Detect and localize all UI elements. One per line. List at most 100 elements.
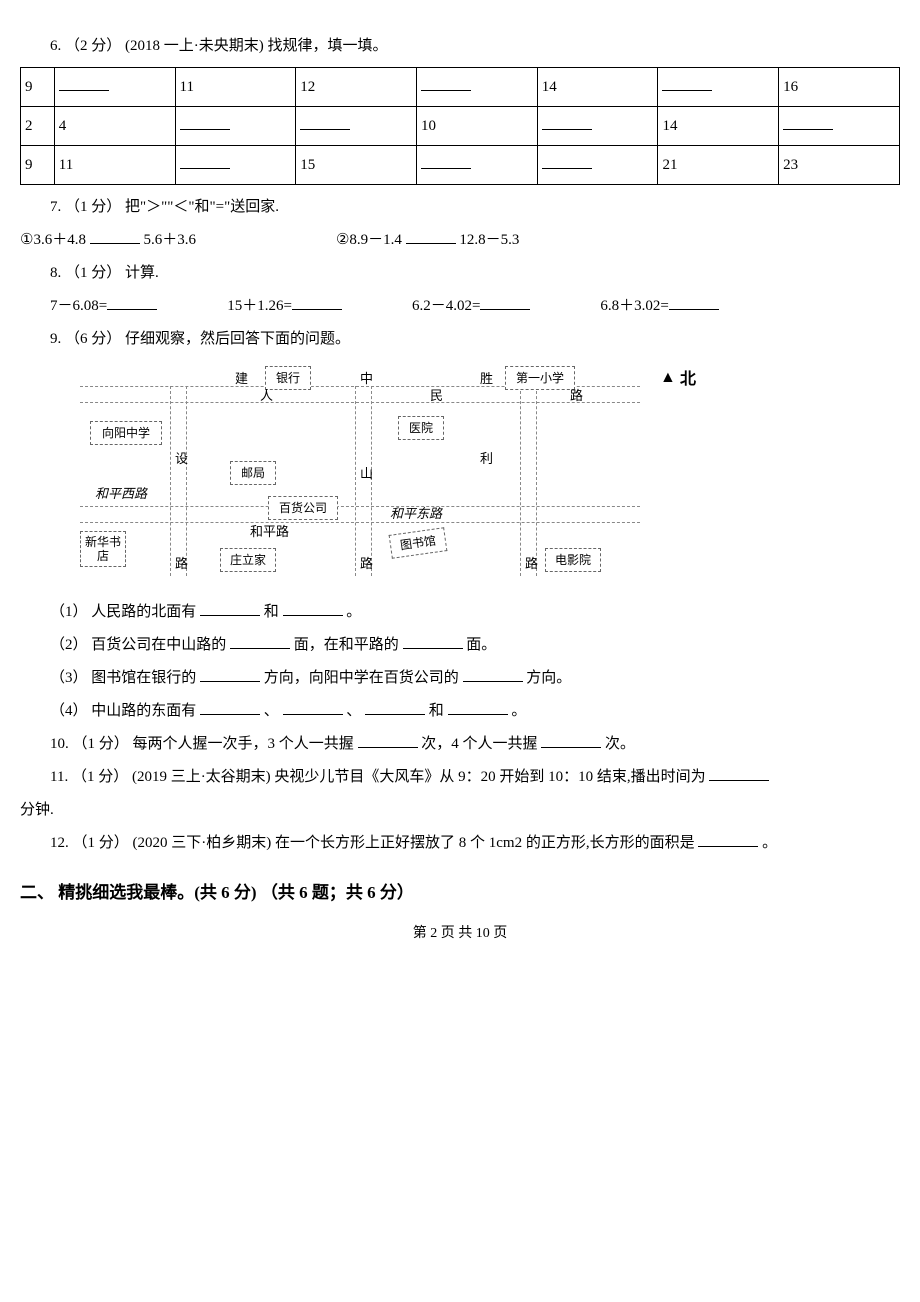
- compass-north-label: 北: [680, 370, 696, 389]
- map-box-cinema: 电影院: [545, 548, 601, 572]
- map-char-jian: 建: [235, 371, 248, 387]
- cell: 14: [542, 79, 557, 95]
- text: 和: [429, 703, 444, 719]
- q7-prompt: 7. （1 分） 把"＞""＜"和"="送回家.: [20, 191, 900, 224]
- blank-cell[interactable]: [180, 114, 230, 130]
- blank-cell[interactable]: [542, 153, 592, 169]
- cell: 23: [783, 157, 798, 173]
- blank[interactable]: [669, 294, 719, 310]
- blank[interactable]: [480, 294, 530, 310]
- blank[interactable]: [283, 699, 343, 715]
- text: 次。: [605, 736, 635, 752]
- q8-c4: 6.8＋3.02=: [600, 298, 668, 314]
- map-char-zhong: 中: [360, 371, 373, 387]
- blank-cell[interactable]: [542, 114, 592, 130]
- blank[interactable]: [283, 600, 343, 616]
- cell: 21: [662, 157, 677, 173]
- blank[interactable]: [448, 699, 508, 715]
- blank-cell[interactable]: [421, 153, 471, 169]
- road-line: [80, 522, 640, 523]
- blank[interactable]: [107, 294, 157, 310]
- map-char-min: 民: [430, 388, 443, 404]
- q9-sub4: （4） 中山路的东面有 、 、 和 。: [20, 695, 900, 728]
- cell: 11: [180, 79, 194, 95]
- map-char-lu3: 路: [360, 556, 373, 572]
- q9-sub2: （2） 百货公司在中山路的 面，在和平路的 面。: [20, 629, 900, 662]
- q10: 10. （1 分） 每两个人握一次手，3 个人一共握 次，4 个人一共握 次。: [20, 728, 900, 761]
- blank[interactable]: [292, 294, 342, 310]
- map-box-baihuo: 百货公司: [268, 496, 338, 520]
- road-line: [80, 506, 640, 507]
- blank-cell[interactable]: [300, 114, 350, 130]
- q9-sub1: （1） 人民路的北面有 和 。: [20, 596, 900, 629]
- map-box-post: 邮局: [230, 461, 276, 485]
- compass-icon: ▲: [660, 368, 676, 387]
- table-row: 2 4 10 14: [21, 107, 900, 146]
- cell: 12: [300, 79, 315, 95]
- blank-cell[interactable]: [783, 114, 833, 130]
- map-char-sheng: 胜: [480, 371, 493, 387]
- blank-cell[interactable]: [59, 75, 109, 91]
- q6-prompt: 6. （2 分） (2018 一上·未央期末) 找规律，填一填。: [20, 30, 900, 63]
- blank[interactable]: [709, 765, 769, 781]
- text: 。: [511, 703, 526, 719]
- cell: 16: [783, 79, 798, 95]
- q7-item2-right: 12.8－5.3: [459, 232, 519, 248]
- map-label-hepingdong: 和平东路: [390, 506, 442, 522]
- map-char-lu4: 路: [525, 556, 538, 572]
- text: 面，在和平路的: [294, 637, 399, 653]
- cell: 10: [421, 118, 436, 134]
- cell: 14: [662, 118, 677, 134]
- map-char-ren: 人: [260, 388, 273, 404]
- cell: 9: [25, 79, 33, 95]
- q11-tail: 分钟.: [20, 794, 900, 827]
- road-line: [186, 386, 187, 576]
- text: 方向，向阳中学在百货公司的: [264, 670, 459, 686]
- blank[interactable]: [463, 666, 523, 682]
- map-box-bank: 银行: [265, 366, 311, 390]
- text: （3） 图书馆在银行的: [50, 670, 196, 686]
- text: 。: [346, 604, 361, 620]
- map-box-zhuang: 庄立家: [220, 548, 276, 572]
- blank-cell[interactable]: [180, 153, 230, 169]
- q7-items: ①3.6＋4.8 5.6＋3.6 ②8.9－1.4 12.8－5.3: [20, 224, 900, 257]
- q8-c2: 15＋1.26=: [227, 298, 292, 314]
- blank[interactable]: [541, 732, 601, 748]
- text: 11. （1 分） (2019 三上·太谷期末) 央视少儿节目《大风车》从 9：…: [50, 769, 706, 785]
- blank[interactable]: [365, 699, 425, 715]
- text: （2） 百货公司在中山路的: [50, 637, 226, 653]
- blank-cell[interactable]: [662, 75, 712, 91]
- road-line: [536, 386, 537, 576]
- cell: 2: [25, 118, 33, 134]
- page-footer: 第 2 页 共 10 页: [20, 919, 900, 950]
- text: 10. （1 分） 每两个人握一次手，3 个人一共握: [50, 736, 354, 752]
- q9-sub3: （3） 图书馆在银行的 方向，向阳中学在百货公司的 方向。: [20, 662, 900, 695]
- blank[interactable]: [358, 732, 418, 748]
- blank[interactable]: [90, 228, 140, 244]
- text: 方向。: [526, 670, 571, 686]
- q9-map: 建 银行 中 胜 第一小学 人 民 路 向阳中学 医院 邮局 百货公司 设 山 …: [80, 366, 720, 586]
- road-line: [355, 386, 356, 576]
- cell: 9: [25, 157, 33, 173]
- blank[interactable]: [200, 699, 260, 715]
- cell: 4: [59, 118, 67, 134]
- cell: 11: [59, 157, 73, 173]
- q8-c3: 6.2－4.02=: [412, 298, 480, 314]
- blank[interactable]: [698, 831, 758, 847]
- map-label-hepingxi: 和平西路: [95, 486, 147, 502]
- q12: 12. （1 分） (2020 三下·柏乡期末) 在一个长方形上正好摆放了 8 …: [20, 827, 900, 860]
- table-row: 9 11 12 14 16: [21, 68, 900, 107]
- map-char-she: 设: [175, 451, 188, 467]
- blank[interactable]: [230, 633, 290, 649]
- blank-cell[interactable]: [421, 75, 471, 91]
- q8-prompt: 8. （1 分） 计算.: [20, 257, 900, 290]
- blank[interactable]: [406, 228, 456, 244]
- blank[interactable]: [403, 633, 463, 649]
- map-box-hospital: 医院: [398, 416, 444, 440]
- map-box-xinhua: 新华书店: [80, 531, 126, 567]
- blank[interactable]: [200, 666, 260, 682]
- blank[interactable]: [200, 600, 260, 616]
- text: （4） 中山路的东面有: [50, 703, 196, 719]
- map-char-shan: 山: [360, 466, 373, 482]
- text: （1） 人民路的北面有: [50, 604, 196, 620]
